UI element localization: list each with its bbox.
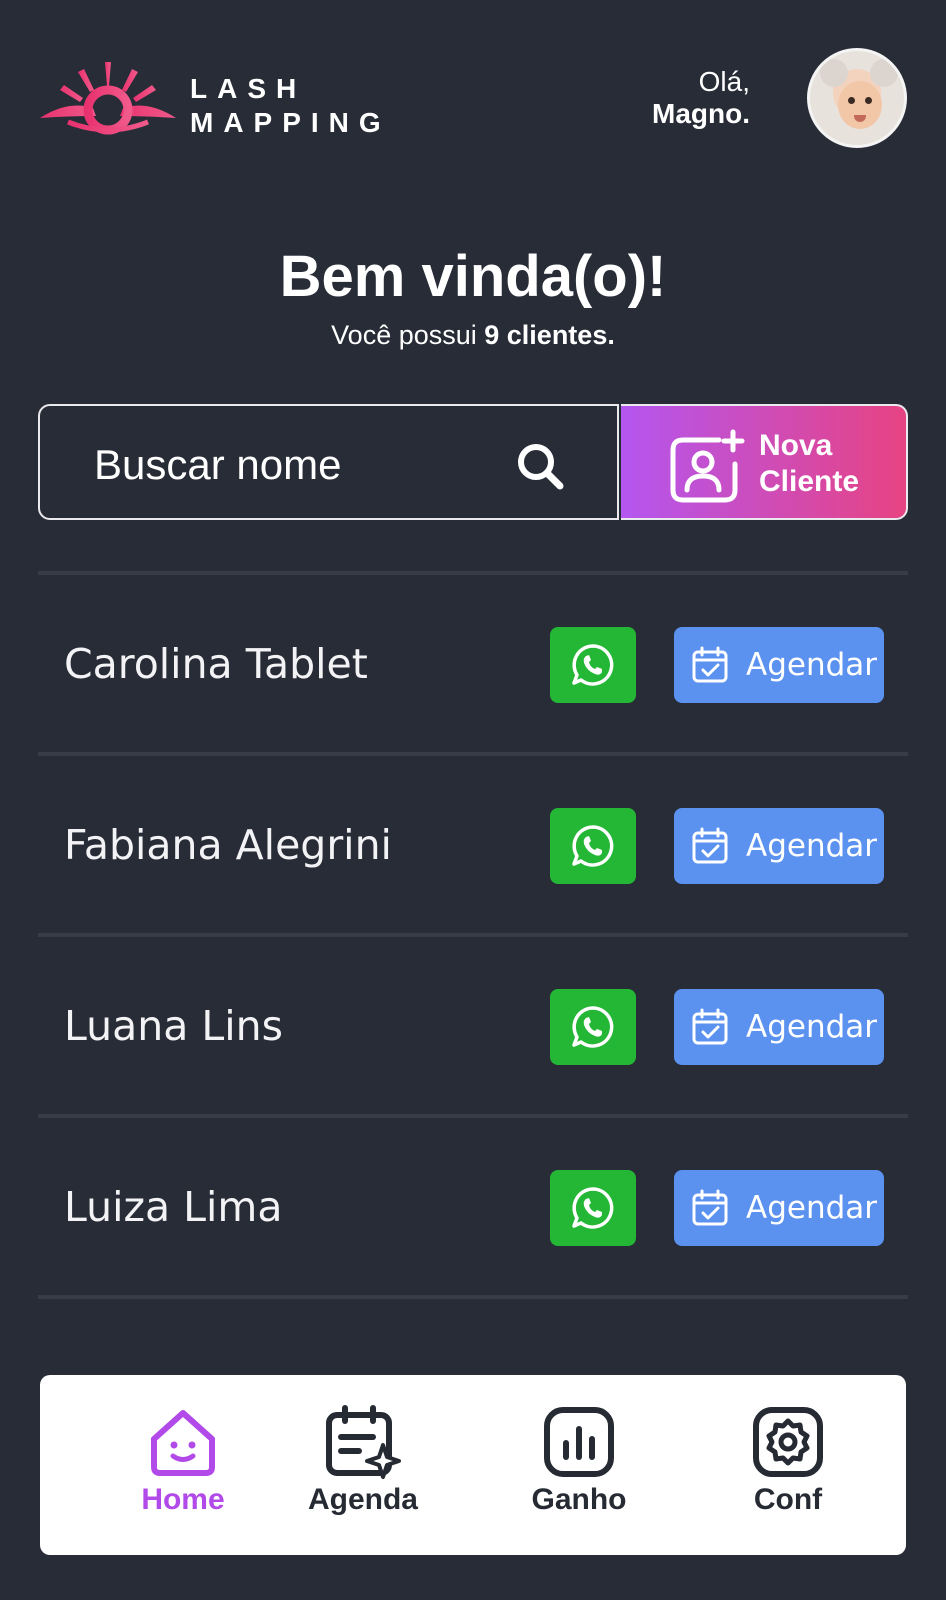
schedule-button[interactable]: Agendar <box>674 627 884 703</box>
schedule-button[interactable]: Agendar <box>674 808 884 884</box>
divider <box>38 1114 908 1118</box>
client-count-text: Você possui 9 clientes. <box>0 320 946 351</box>
lash-mapping-logo <box>40 62 176 135</box>
new-client-label: Nova Cliente <box>759 428 859 500</box>
client-count-prefix: Você possui <box>331 320 485 350</box>
greeting-text: Olá, <box>698 66 750 97</box>
nav-ganho[interactable]: Ganho <box>499 1405 659 1535</box>
client-row: Fabiana Alegrini Agendar <box>38 758 908 933</box>
client-row: Luiza Lima Agendar <box>38 1120 908 1295</box>
nav-conf[interactable]: Conf <box>708 1405 868 1535</box>
nav-home[interactable]: Home <box>103 1405 263 1535</box>
brand-line-2: MAPPING <box>190 107 391 138</box>
client-name: Luana Lins <box>64 1002 283 1050</box>
calendar-check-icon <box>692 646 728 683</box>
whatsapp-button[interactable] <box>550 808 636 884</box>
calendar-icon <box>326 1405 401 1479</box>
whatsapp-button[interactable] <box>550 989 636 1065</box>
calendar-check-icon <box>692 1008 728 1045</box>
welcome-title: Bem vinda(o)! <box>279 244 667 309</box>
whatsapp-icon <box>572 1006 614 1048</box>
client-count-value: 9 clientes. <box>484 320 615 350</box>
search-input[interactable] <box>92 436 516 494</box>
avatar-hood-left <box>820 59 848 87</box>
new-client-line-2: Cliente <box>759 465 860 498</box>
nav-ganho-label: Ganho <box>531 1483 627 1516</box>
whatsapp-icon <box>572 825 614 867</box>
brand-line-1: LASH <box>190 73 307 104</box>
whatsapp-button[interactable] <box>550 627 636 703</box>
client-name: Luiza Lima <box>64 1183 283 1231</box>
search-icon[interactable] <box>514 440 566 492</box>
nav-agenda-label: Agenda <box>307 1483 418 1516</box>
divider <box>38 752 908 756</box>
nav-agenda[interactable]: Agenda <box>283 1405 443 1535</box>
divider <box>38 571 908 575</box>
chart-icon <box>544 1407 614 1477</box>
schedule-label: Agendar <box>746 1190 878 1226</box>
user-greeting: Olá, Magno. <box>652 66 750 130</box>
schedule-button[interactable]: Agendar <box>674 1170 884 1246</box>
divider <box>38 1295 908 1299</box>
header: LASH MAPPING Olá, Magno. <box>0 0 946 200</box>
add-user-icon <box>670 429 745 503</box>
bottom-nav: Home Agenda Ganho Conf <box>40 1375 906 1555</box>
avatar-eye-left <box>848 97 855 104</box>
calendar-check-icon <box>692 1189 728 1226</box>
user-name: Magno. <box>652 98 750 129</box>
client-name: Carolina Tablet <box>64 640 368 688</box>
nav-home-label: Home <box>141 1483 225 1516</box>
avatar[interactable] <box>807 48 907 148</box>
schedule-label: Agendar <box>746 1009 878 1045</box>
avatar-hood-right <box>870 59 898 87</box>
schedule-label: Agendar <box>746 828 878 864</box>
divider <box>38 933 908 937</box>
avatar-eye-right <box>865 97 872 104</box>
search-box <box>38 404 619 520</box>
home-icon <box>151 1410 215 1476</box>
new-client-line-1: Nova <box>759 429 833 462</box>
client-row: Carolina Tablet Agendar <box>38 577 908 752</box>
schedule-button[interactable]: Agendar <box>674 989 884 1065</box>
gear-icon <box>753 1407 823 1477</box>
client-name: Fabiana Alegrini <box>64 821 392 869</box>
whatsapp-icon <box>572 1187 614 1229</box>
client-row: Luana Lins Agendar <box>38 939 908 1114</box>
new-client-button[interactable]: Nova Cliente <box>621 404 908 520</box>
whatsapp-icon <box>572 644 614 686</box>
schedule-label: Agendar <box>746 647 878 683</box>
brand-name: LASH MAPPING <box>190 72 391 140</box>
calendar-check-icon <box>692 827 728 864</box>
whatsapp-button[interactable] <box>550 1170 636 1246</box>
nav-conf-label: Conf <box>753 1483 823 1516</box>
